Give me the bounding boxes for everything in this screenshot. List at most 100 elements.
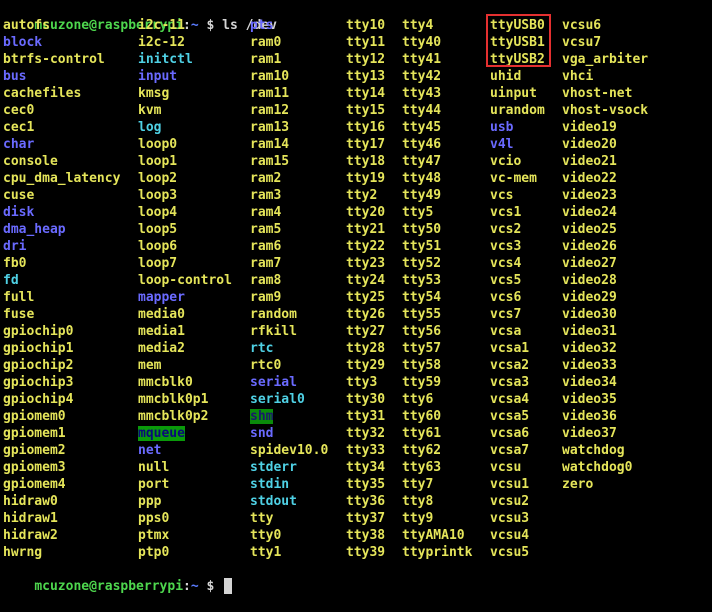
entry-name: hidraw1 (3, 511, 58, 526)
entry-name: vcsa7 (490, 443, 530, 458)
listing-entry: snd (250, 425, 328, 442)
listing-column: autofs block btrfs-control bus cachefiles cec… (3, 17, 120, 561)
entry-name: v4l (490, 137, 514, 152)
entry-name: tty25 (346, 290, 386, 305)
listing-entry: fb0 (3, 255, 120, 272)
entry-name: tty62 (402, 443, 442, 458)
entry-name: tty55 (402, 307, 442, 322)
listing-entry: ram11 (250, 85, 328, 102)
listing-entry: tty46 (402, 136, 472, 153)
listing-entry: hwrng (3, 544, 120, 561)
listing-entry: tty40 (402, 34, 472, 51)
entry-name: hidraw0 (3, 494, 58, 509)
entry-name: video30 (562, 307, 617, 322)
entry-name: ram1 (250, 52, 282, 67)
active-prompt-line[interactable]: mcuzone@raspberrypi:~ $ (3, 561, 233, 594)
entry-name: video22 (562, 171, 617, 186)
listing-entry: tty39 (346, 544, 385, 561)
listing-entry: gpiomem0 (3, 408, 120, 425)
listing-entry: tty54 (402, 289, 472, 306)
listing-entry: tty55 (402, 306, 472, 323)
listing-entry: watchdog (562, 442, 648, 459)
entry-name: vcsa4 (490, 392, 530, 407)
text-cursor (224, 578, 233, 594)
entry-name: zero (562, 477, 594, 492)
entry-name: cpu_dma_latency (3, 171, 121, 186)
listing-entry: cec1 (3, 119, 120, 136)
entry-name: cuse (3, 188, 35, 203)
listing-entry: tty33 (346, 442, 385, 459)
entry-name: video26 (562, 239, 617, 254)
entry-name: vcsu3 (490, 511, 530, 526)
listing-entry: video21 (562, 153, 648, 170)
entry-name: tty10 (346, 18, 386, 33)
listing-entry: tty19 (346, 170, 385, 187)
entry-name: fuse (3, 307, 35, 322)
entry-name: video37 (562, 426, 617, 441)
entry-name: vcsa3 (490, 375, 530, 390)
entry-name: loop1 (138, 154, 178, 169)
entry-name: input (138, 69, 178, 84)
entry-name: ppp (138, 494, 162, 509)
listing-entry: disk (3, 204, 120, 221)
entry-name: tty56 (402, 324, 442, 339)
listing-entry: loop5 (138, 221, 232, 238)
entry-name: ptmx (138, 528, 170, 543)
entry-name: vcs7 (490, 307, 522, 322)
listing-entry: vcsa1 (490, 340, 545, 357)
listing-entry: hidraw1 (3, 510, 120, 527)
listing-entry: watchdog0 (562, 459, 648, 476)
listing-entry: tty26 (346, 306, 385, 323)
entry-name: mapper (138, 290, 185, 305)
listing-entry: ram12 (250, 102, 328, 119)
listing-entry: tty5 (402, 204, 472, 221)
entry-name: tty21 (346, 222, 386, 237)
entry-name: tty30 (346, 392, 386, 407)
listing-entry: tty23 (346, 255, 385, 272)
listing-entry: tty36 (346, 493, 385, 510)
entry-name: ram14 (250, 137, 290, 152)
listing-entry: tty42 (402, 68, 472, 85)
entry-name: ram9 (250, 290, 282, 305)
listing-entry: vcsu1 (490, 476, 545, 493)
entry-name: tty40 (402, 35, 442, 50)
listing-entry: console (3, 153, 120, 170)
entry-name: block (3, 35, 43, 50)
entry-name: tty5 (402, 205, 434, 220)
listing-entry: video33 (562, 357, 648, 374)
listing-entry: mqueue (138, 425, 232, 442)
listing-entry: tty31 (346, 408, 385, 425)
listing-column: i2c-11 i2c-12 initctl input kmsg kvm log loop0 l… (138, 17, 232, 561)
entry-name: vcs1 (490, 205, 522, 220)
entry-name: cec0 (3, 103, 35, 118)
entry-name: disk (3, 205, 35, 220)
entry-name: tty19 (346, 171, 386, 186)
listing-entry: ram9 (250, 289, 328, 306)
listing-entry: vcsa6 (490, 425, 545, 442)
listing-entry: tty3 (346, 374, 385, 391)
entry-name: ram2 (250, 171, 282, 186)
listing-entry: tty16 (346, 119, 385, 136)
entry-name: vcs2 (490, 222, 522, 237)
listing-entry: pts (250, 17, 328, 34)
listing-entry: tty58 (402, 357, 472, 374)
entry-name: vhost-net (562, 86, 633, 101)
entry-name: tty18 (346, 154, 386, 169)
listing-entry: input (138, 68, 232, 85)
listing-entry: stdin (250, 476, 328, 493)
entry-name: pps0 (138, 511, 170, 526)
listing-entry: video37 (562, 425, 648, 442)
listing-entry: video36 (562, 408, 648, 425)
listing-entry: vcs2 (490, 221, 545, 238)
listing-entry: full (3, 289, 120, 306)
entry-name: vcsu6 (562, 18, 602, 33)
entry-name: vcsa (490, 324, 522, 339)
listing-entry: tty11 (346, 34, 385, 51)
listing-entry: ram8 (250, 272, 328, 289)
terminal-window[interactable]: mcuzone@raspberrypi:~ $ ls /dev autofs bl… (0, 0, 712, 594)
entry-name: tty63 (402, 460, 442, 475)
listing-entry: ram14 (250, 136, 328, 153)
entry-name: ram10 (250, 69, 290, 84)
entry-name: tty52 (402, 256, 442, 271)
entry-name: mmcblk0p2 (138, 409, 209, 424)
